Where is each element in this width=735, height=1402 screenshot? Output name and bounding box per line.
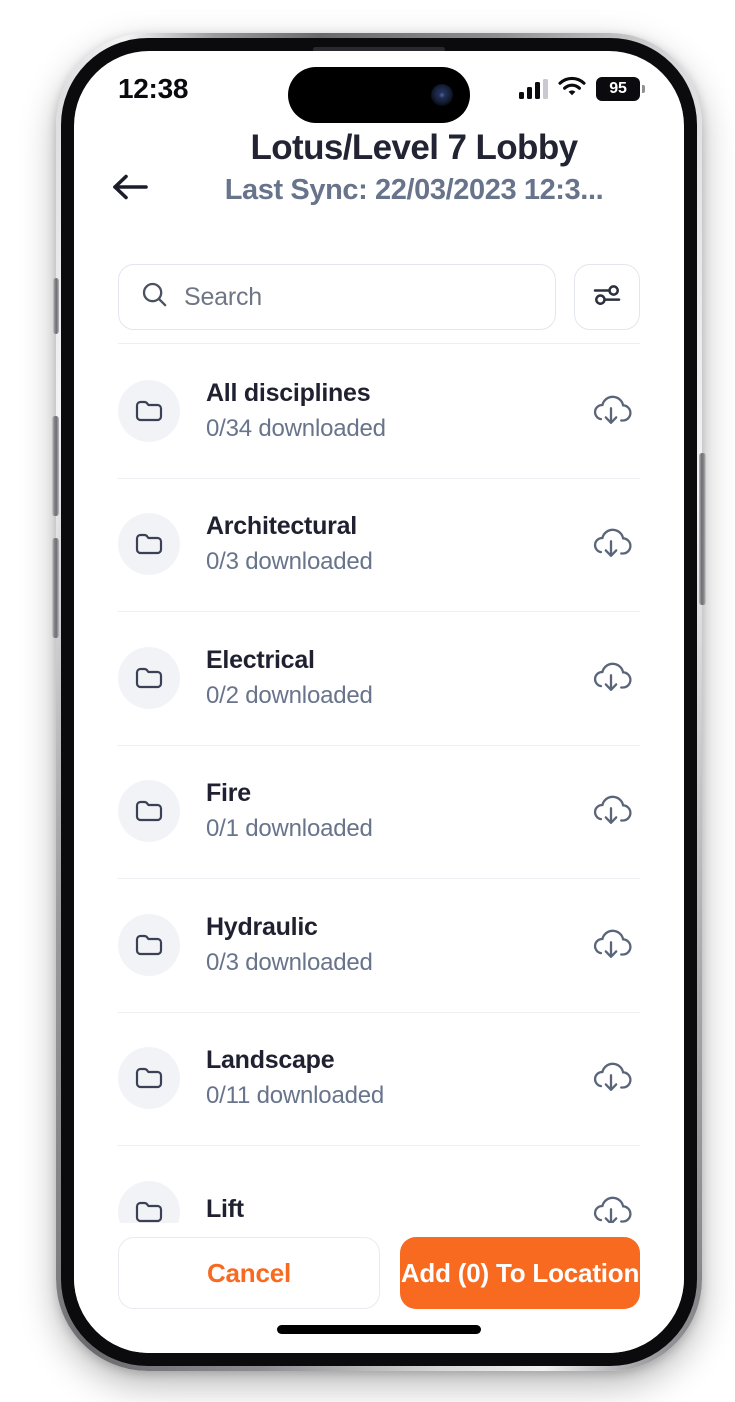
list-item-title: Lift	[206, 1195, 244, 1223]
dynamic-island	[288, 67, 470, 123]
list-item-text: Hydraulic 0/3 downloaded	[206, 912, 582, 978]
folder-icon	[118, 513, 180, 576]
back-button[interactable]	[102, 161, 158, 217]
discipline-list[interactable]: All disciplines 0/34 downloaded Architec…	[74, 344, 684, 1223]
search-placeholder: Search	[184, 282, 263, 311]
phone-frame: 12:38 95 Lotus/Level 7 Lobby Last Sync: …	[52, 33, 706, 1371]
app-header: Lotus/Level 7 Lobby Last Sync: 22/03/202…	[74, 123, 684, 247]
cloud-download-icon[interactable]	[582, 649, 640, 707]
cloud-download-icon[interactable]	[582, 515, 640, 573]
list-item-title: Electrical	[206, 645, 315, 674]
phone-bezel: 12:38 95 Lotus/Level 7 Lobby Last Sync: …	[61, 38, 697, 1366]
wifi-icon	[558, 76, 586, 102]
list-item-title: Architectural	[206, 512, 357, 541]
filter-sliders-icon	[591, 280, 623, 315]
cancel-button[interactable]: Cancel	[118, 1237, 380, 1309]
list-item-title: Fire	[206, 779, 251, 808]
folder-icon	[118, 913, 180, 976]
folder-icon	[118, 1047, 180, 1110]
list-item-title: All disciplines	[206, 378, 371, 407]
add-to-location-button[interactable]: Add (0) To Location	[400, 1237, 640, 1309]
list-item[interactable]: Landscape 0/11 downloaded	[74, 1011, 684, 1146]
search-icon	[141, 281, 168, 313]
list-item-title: Hydraulic	[206, 912, 318, 941]
status-bar-indicators: 95	[519, 76, 645, 102]
list-item-subtitle: 0/34 downloaded	[206, 414, 386, 442]
home-indicator[interactable]	[277, 1325, 481, 1334]
list-item-text: Lift	[206, 1194, 582, 1223]
last-sync-label: Last Sync: 22/03/2023 12:3...	[224, 174, 604, 206]
volume-up-button[interactable]	[52, 416, 59, 516]
list-item-text: Fire 0/1 downloaded	[206, 778, 582, 844]
status-bar-time: 12:38	[118, 73, 189, 104]
list-item-subtitle: 0/11 downloaded	[206, 1082, 385, 1110]
header-text-block: Lotus/Level 7 Lobby Last Sync: 22/03/202…	[166, 127, 662, 210]
list-item-text: Landscape 0/11 downloaded	[206, 1045, 582, 1111]
list-item-subtitle: 0/1 downloaded	[206, 815, 373, 843]
list-item-text: All disciplines 0/34 downloaded	[206, 378, 582, 444]
list-item[interactable]: Lift	[74, 1145, 684, 1223]
list-item-text: Electrical 0/2 downloaded	[206, 645, 582, 711]
battery-level-label: 95	[609, 80, 627, 97]
volume-down-button[interactable]	[52, 538, 59, 638]
list-item[interactable]: Electrical 0/2 downloaded	[74, 611, 684, 745]
cloud-download-icon[interactable]	[582, 782, 640, 840]
silent-switch-button[interactable]	[53, 278, 59, 334]
page-title: Lotus/Level 7 Lobby	[250, 128, 579, 167]
list-item[interactable]: Architectural 0/3 downloaded	[74, 477, 684, 612]
folder-icon	[118, 780, 180, 843]
search-row: Search	[74, 251, 684, 343]
folder-icon	[118, 379, 180, 442]
cloud-download-icon[interactable]	[582, 1183, 640, 1223]
list-item[interactable]: Fire 0/1 downloaded	[74, 744, 684, 879]
screenshot-stage: 12:38 95 Lotus/Level 7 Lobby Last Sync: …	[0, 0, 735, 1402]
list-item-title: Landscape	[206, 1046, 335, 1075]
phone-screen: 12:38 95 Lotus/Level 7 Lobby Last Sync: …	[74, 51, 684, 1353]
list-item[interactable]: Hydraulic 0/3 downloaded	[74, 878, 684, 1012]
power-button[interactable]	[699, 453, 706, 605]
cloud-download-icon[interactable]	[582, 382, 640, 440]
list-item-subtitle: 0/3 downloaded	[206, 948, 373, 976]
back-arrow-icon	[110, 171, 150, 208]
search-input[interactable]: Search	[118, 264, 556, 330]
cellular-signal-icon	[519, 79, 548, 99]
list-item[interactable]: All disciplines 0/34 downloaded	[74, 344, 684, 478]
list-item-subtitle: 0/3 downloaded	[206, 548, 373, 576]
folder-icon	[118, 646, 180, 709]
battery-icon: 95	[596, 77, 645, 101]
front-camera-icon	[431, 84, 453, 106]
list-item-text: Architectural 0/3 downloaded	[206, 511, 582, 577]
folder-icon	[118, 1180, 180, 1223]
cloud-download-icon[interactable]	[582, 916, 640, 974]
filter-button[interactable]	[574, 264, 640, 330]
list-item-subtitle: 0/2 downloaded	[206, 681, 373, 709]
cloud-download-icon[interactable]	[582, 1049, 640, 1107]
